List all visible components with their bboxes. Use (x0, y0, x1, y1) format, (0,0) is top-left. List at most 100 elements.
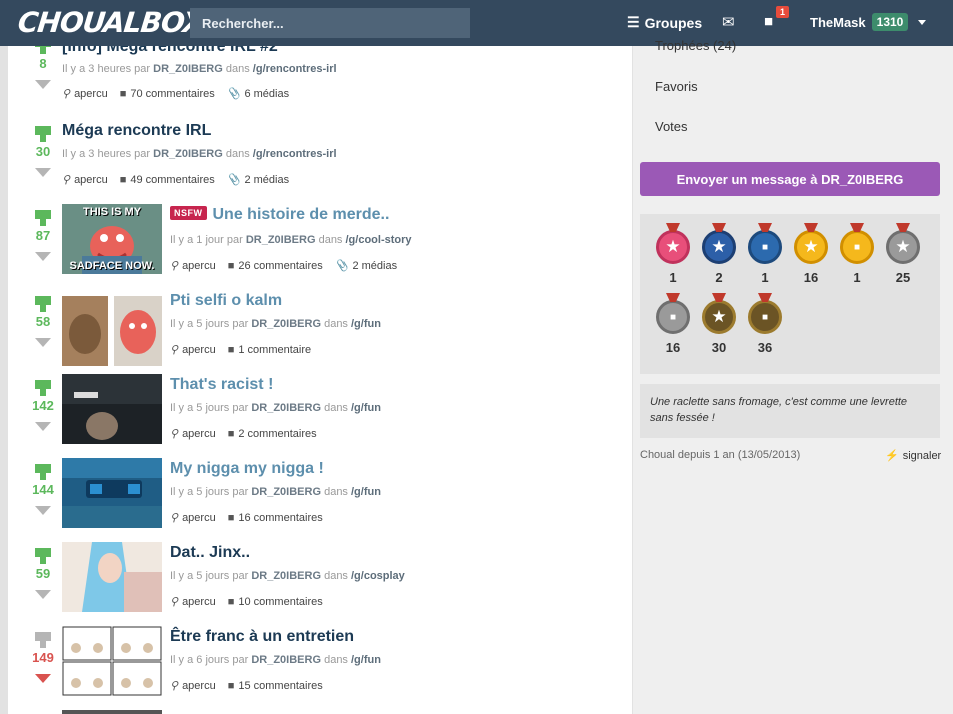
apercu-link[interactable]: ⚲ apercu (170, 595, 216, 609)
apercu-link[interactable]: ⚲ apercu (170, 679, 216, 693)
downvote-icon[interactable] (35, 168, 51, 177)
post-thumbnail-cosplay[interactable] (62, 542, 162, 612)
upvote-icon[interactable] (35, 210, 51, 226)
medal-item[interactable]: ■ 16 (653, 293, 693, 355)
user-menu[interactable]: TheMask 1310 (810, 13, 927, 31)
post-group-link[interactable]: /g/cool-story (346, 234, 412, 246)
post-title[interactable]: Dat.. Jinx.. (170, 544, 250, 562)
site-logo[interactable]: CHOUALBOX (16, 6, 205, 39)
downvote-icon[interactable] (35, 80, 51, 89)
comments-link[interactable]: ■ 15 commentaires (228, 679, 323, 692)
post-group-link[interactable]: /g/fun (351, 402, 381, 414)
post-title[interactable]: My nigga my nigga ! (170, 460, 324, 478)
post-author[interactable]: DR_Z0IBERG (251, 318, 321, 330)
upvote-icon[interactable] (35, 296, 51, 312)
chat-bubble-icon[interactable]: ■ (764, 13, 773, 30)
comments-link[interactable]: ■ 1 commentaire (228, 343, 311, 356)
comments-link[interactable]: ■ 49 commentaires (120, 173, 215, 186)
vote-box: 58 (30, 296, 56, 347)
post-author[interactable]: DR_Z0IBERG (246, 234, 316, 246)
post-title[interactable]: Pti selfi o kalm (170, 292, 282, 310)
comments-link[interactable]: ■ 16 commentaires (228, 511, 323, 524)
post-author[interactable]: DR_Z0IBERG (251, 570, 321, 582)
post-title[interactable]: That's racist ! (170, 376, 273, 394)
medal-item[interactable]: ★ 1 (653, 223, 693, 285)
post-item: 87 THIS IS MY SADFACE NOW. NSFW Une histo… (8, 204, 632, 284)
medias-link[interactable]: 📎 2 médias (226, 173, 289, 187)
medias-link[interactable]: 📎 6 médias (227, 87, 289, 101)
downvote-icon[interactable] (35, 422, 51, 431)
medal-item[interactable]: ■ 36 (745, 293, 785, 355)
downvote-icon[interactable] (35, 590, 51, 599)
post-thumbnail-zoidberg[interactable]: THIS IS MY SADFACE NOW. (62, 204, 162, 274)
comments-link[interactable]: ■ 10 commentaires (228, 595, 323, 608)
upvote-icon[interactable] (35, 464, 51, 480)
votes-link[interactable]: Votes (655, 119, 688, 134)
post-author[interactable]: DR_Z0IBERG (153, 63, 223, 75)
post-group-link[interactable]: /g/rencontres-irl (253, 148, 337, 160)
comments-label: 15 commentaires (238, 679, 323, 692)
post-group-link[interactable]: /g/cosplay (351, 570, 405, 582)
apercu-link[interactable]: ⚲ apercu (170, 343, 216, 357)
favoris-link[interactable]: Favoris (655, 79, 698, 94)
post-in-label: dans (324, 654, 348, 666)
post-thumbnail-partial[interactable] (62, 710, 162, 714)
medal-item[interactable]: ■ 1 (837, 223, 877, 285)
post-item: 149 Être franc à un entretien Il y a 6 j… (8, 626, 632, 698)
post-group-link[interactable]: /g/fun (351, 654, 381, 666)
medias-link[interactable]: 📎 2 médias (335, 259, 397, 273)
search-input[interactable] (190, 8, 470, 38)
post-author[interactable]: DR_Z0IBERG (153, 148, 223, 160)
upvote-icon[interactable] (35, 46, 51, 54)
post-author[interactable]: DR_Z0IBERG (251, 654, 321, 666)
send-message-button[interactable]: Envoyer un message à DR_Z0IBERG (640, 162, 940, 196)
comments-label: 26 commentaires (238, 259, 323, 272)
post-group-link[interactable]: /g/fun (351, 486, 381, 498)
menu-list-icon: ☰ (627, 14, 640, 30)
downvote-icon[interactable] (35, 252, 51, 261)
comments-link[interactable]: ■ 2 commentaires (228, 427, 317, 440)
medal-item[interactable]: ■ 1 (745, 223, 785, 285)
post-meta: Il y a 5 jours par DR_Z0IBERG dans /g/co… (170, 570, 405, 582)
groups-nav-button[interactable]: ☰ Groupes (627, 14, 702, 31)
apercu-link[interactable]: ⚲ apercu (62, 173, 108, 187)
post-thumbnail-soccer[interactable] (62, 458, 162, 528)
downvote-icon[interactable] (35, 674, 51, 683)
apercu-link[interactable]: ⚲ apercu (170, 427, 216, 441)
report-link[interactable]: ⚡ signaler (885, 449, 941, 462)
apercu-link[interactable]: ⚲ apercu (170, 259, 216, 273)
paperclip-icon: 📎 (226, 174, 241, 186)
apercu-link[interactable]: ⚲ apercu (170, 511, 216, 525)
post-author[interactable]: DR_Z0IBERG (251, 402, 321, 414)
post-thumbnail-selfie[interactable] (62, 296, 162, 366)
comments-link[interactable]: ■ 26 commentaires (228, 259, 323, 272)
medal-item[interactable]: ★ 2 (699, 223, 739, 285)
post-actions: ⚲ apercu ■ 70 commentaires 📎 6 médias (62, 87, 289, 101)
envelope-icon[interactable]: ✉ (722, 13, 735, 31)
post-title[interactable]: [Info] Méga rencontre IRL #2 (62, 46, 278, 56)
medal-item[interactable]: ★ 16 (791, 223, 831, 285)
upvote-icon[interactable] (35, 126, 51, 142)
post-title-row[interactable]: NSFW Une histoire de merde.. (170, 206, 389, 224)
upvote-icon[interactable] (35, 632, 51, 648)
medal-count: 25 (895, 270, 911, 285)
post-group-link[interactable]: /g/fun (351, 318, 381, 330)
post-group-link[interactable]: /g/rencontres-irl (253, 63, 337, 75)
downvote-icon[interactable] (35, 338, 51, 347)
post-score: 58 (35, 314, 51, 329)
post-title[interactable]: Être franc à un entretien (170, 628, 354, 646)
downvote-icon[interactable] (35, 506, 51, 515)
medal-item[interactable]: ★ 25 (883, 223, 923, 285)
comments-link[interactable]: ■ 70 commentaires (120, 87, 215, 100)
trophies-link[interactable]: Trophées (24) (655, 38, 736, 53)
apercu-link[interactable]: ⚲ apercu (62, 87, 108, 101)
profile-sidebar: Trophées (24) Favoris Votes Envoyer un m… (633, 38, 953, 714)
upvote-icon[interactable] (35, 548, 51, 564)
post-thumbnail-dark[interactable] (62, 374, 162, 444)
upvote-icon[interactable] (35, 380, 51, 396)
magnifier-icon: ⚲ (62, 88, 71, 100)
post-thumbnail-comic[interactable] (62, 626, 162, 696)
post-title[interactable]: Méga rencontre IRL (62, 122, 211, 140)
medal-item[interactable]: ★ 30 (699, 293, 739, 355)
post-author[interactable]: DR_Z0IBERG (251, 486, 321, 498)
